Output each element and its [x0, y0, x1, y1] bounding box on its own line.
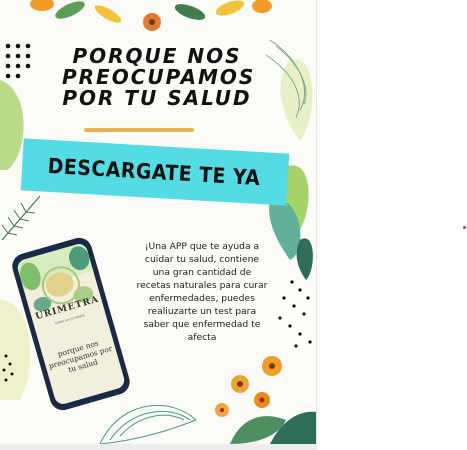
description-text: ¡Una APP que te ayuda a cuidar tu salud,…	[136, 241, 268, 343]
title-underline	[84, 128, 194, 132]
page-bottom-edge	[0, 444, 317, 450]
title-line: PREOCUPAMOS	[62, 65, 256, 89]
title-line: PORQUE NOS	[72, 44, 242, 68]
page-edge	[316, 0, 317, 444]
poster-title: PORQUE NOS PREOCUPAMOS POR TU SALUD	[62, 44, 256, 110]
poster: PORQUE NOS PREOCUPAMOS POR TU SALUD DESC…	[0, 0, 316, 444]
cursor-dot	[463, 226, 466, 229]
title-line: POR TU SALUD	[62, 86, 252, 110]
